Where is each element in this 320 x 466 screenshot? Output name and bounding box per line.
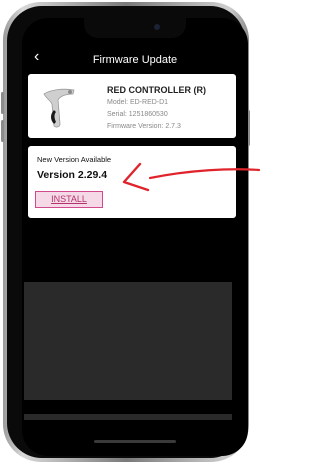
camera-icon [154,24,160,30]
nav-bar: ‹ Firmware Update [22,44,248,74]
app-screen: ‹ Firmware Update RED CONTROLLER (R) Mod… [22,18,248,456]
volume-button [1,120,4,142]
device-model: Model: ED-RED-D1 [107,99,169,106]
install-button[interactable]: INSTALL [35,191,103,208]
device-info-card: RED CONTROLLER (R) Model: ED-RED-D1 Seri… [28,74,236,138]
device-serial: Serial: 1251860530 [107,111,168,118]
empty-content-panel [24,282,232,400]
device-firmware-version: Firmware Version: 2.7.3 [107,123,181,130]
bottom-panel [24,414,232,420]
update-available-card: New Version Available Version 2.29.4 INS… [28,146,236,218]
new-version-number: Version 2.29.4 [37,169,108,181]
update-heading: New Version Available [37,155,112,164]
shifter-controller-icon [43,88,75,128]
page-title: Firmware Update [92,54,178,66]
notch [84,18,186,38]
volume-button [1,92,4,114]
home-indicator [94,440,176,443]
device-name: RED CONTROLLER (R) [107,85,206,95]
